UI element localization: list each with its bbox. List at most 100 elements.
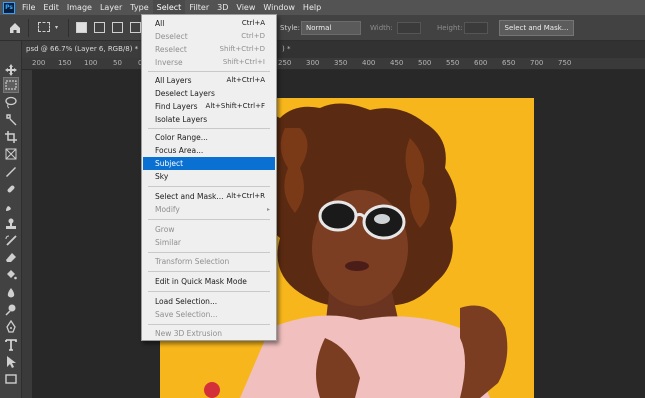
ruler-label: 250: [278, 59, 292, 67]
ruler-label: 750: [558, 59, 572, 67]
ruler-label: 600: [474, 59, 488, 67]
menu-item-isolate-layers[interactable]: Isolate Layers: [143, 113, 275, 126]
frame-icon[interactable]: [4, 147, 18, 161]
ruler-label: 500: [418, 59, 432, 67]
healing-icon[interactable]: [4, 182, 18, 196]
options-bar: ▾ Style: Normal Width: Height: Select an…: [0, 15, 645, 41]
blur-icon[interactable]: [4, 286, 18, 300]
width-field[interactable]: [397, 22, 421, 34]
menu-file[interactable]: File: [18, 0, 39, 15]
document-tab-2[interactable]: ) *: [278, 41, 322, 58]
menu-divider: [148, 219, 270, 220]
menu-item-new-3d-extrusion[interactable]: New 3D Extrusion: [143, 327, 275, 340]
rectangle-icon[interactable]: [4, 372, 18, 386]
menu-item-deselect-layers[interactable]: Deselect Layers: [143, 87, 275, 100]
vertical-ruler: [22, 70, 32, 398]
menu-item-find-layers[interactable]: Find Layers Alt+Shift+Ctrl+F: [143, 100, 275, 113]
menu-select[interactable]: Select: [152, 0, 186, 15]
ruler-label: 550: [446, 59, 460, 67]
stamp-icon[interactable]: [4, 217, 18, 231]
document-tab-bar: psd @ 66.7% (Layer 6, RGB/8) * ) *: [22, 41, 645, 58]
eyedropper-icon[interactable]: [4, 165, 18, 179]
menu-item-save-selection[interactable]: Save Selection...: [143, 308, 275, 321]
menu-item-sky[interactable]: Sky: [143, 170, 275, 183]
menu-item-load-selection[interactable]: Load Selection...: [143, 295, 275, 308]
home-icon[interactable]: [8, 21, 22, 35]
menu-divider: [148, 186, 270, 187]
horizontal-ruler: 200 150 100 50 0 50 100 150 200 250 300 …: [22, 58, 645, 70]
document-tab-title: psd @ 66.7% (Layer 6, RGB/8) *: [26, 45, 139, 53]
subtract-selection-icon[interactable]: [112, 22, 123, 33]
move-icon[interactable]: [4, 63, 18, 77]
menu-item-subject[interactable]: Subject: [143, 157, 275, 170]
ruler-label: 50: [113, 59, 122, 67]
menu-edit[interactable]: Edit: [39, 0, 63, 15]
menu-divider: [148, 271, 270, 272]
brush-icon[interactable]: [4, 199, 18, 213]
path-select-icon[interactable]: [4, 355, 18, 369]
history-brush-icon[interactable]: [4, 234, 18, 248]
menu-item-transform-selection[interactable]: Transform Selection: [143, 255, 275, 268]
marquee-icon[interactable]: [3, 77, 19, 93]
quick-select-icon[interactable]: [4, 113, 18, 127]
ruler-label: 150: [58, 59, 72, 67]
menu-divider: [148, 252, 270, 253]
menu-item-color-range[interactable]: Color Range...: [143, 131, 275, 144]
paint-bucket-icon[interactable]: [4, 268, 18, 282]
ruler-label: 300: [306, 59, 320, 67]
dodge-icon[interactable]: [4, 303, 18, 317]
type-icon[interactable]: [4, 338, 18, 352]
pen-icon[interactable]: [4, 320, 18, 334]
menu-image[interactable]: Image: [63, 0, 96, 15]
height-field[interactable]: [464, 22, 488, 34]
ruler-label: 200: [32, 59, 46, 67]
ruler-label: 400: [362, 59, 376, 67]
menu-help[interactable]: Help: [299, 0, 325, 15]
document-tab[interactable]: psd @ 66.7% (Layer 6, RGB/8) *: [22, 41, 144, 58]
menu-filter[interactable]: Filter: [185, 0, 213, 15]
menu-3d[interactable]: 3D: [213, 0, 232, 15]
menu-item-inverse[interactable]: Inverse Shift+Ctrl+I: [143, 56, 275, 69]
intersect-selection-icon[interactable]: [130, 22, 141, 33]
menu-item-reselect[interactable]: Reselect Shift+Ctrl+D: [143, 43, 275, 56]
menu-item-all[interactable]: All Ctrl+A: [143, 17, 275, 30]
menu-item-quick-mask[interactable]: Edit in Quick Mask Mode: [143, 275, 275, 288]
select-and-mask-button[interactable]: Select and Mask...: [499, 20, 574, 36]
ruler-label: 700: [530, 59, 544, 67]
photoshop-logo[interactable]: Ps: [3, 1, 15, 14]
menu-item-modify[interactable]: Modify ▸: [143, 203, 275, 216]
menu-divider: [148, 128, 270, 129]
crop-icon[interactable]: [4, 130, 18, 144]
menu-divider: [148, 324, 270, 325]
new-selection-icon[interactable]: [76, 22, 87, 33]
menu-item-grow[interactable]: Grow: [143, 223, 275, 236]
style-label: Style:: [280, 24, 300, 32]
menu-divider: [148, 291, 270, 292]
menu-item-select-and-mask[interactable]: Select and Mask... Alt+Ctrl+R: [143, 190, 275, 203]
menu-item-similar[interactable]: Similar: [143, 236, 275, 249]
menu-item-all-layers[interactable]: All Layers Alt+Ctrl+A: [143, 74, 275, 87]
lasso-icon[interactable]: [4, 95, 18, 109]
menu-layer[interactable]: Layer: [96, 0, 126, 15]
menu-type[interactable]: Type: [126, 0, 152, 15]
ruler-label: 650: [502, 59, 516, 67]
tools-panel: [0, 41, 22, 398]
menu-item-focus-area[interactable]: Focus Area...: [143, 144, 275, 157]
menu-divider: [148, 71, 270, 72]
ruler-label: 100: [84, 59, 98, 67]
menu-window[interactable]: Window: [259, 0, 299, 15]
select-menu-dropdown: All Ctrl+A Deselect Ctrl+D Reselect Shift+C…: [141, 14, 277, 341]
preset-dropdown-icon[interactable]: ▾: [55, 24, 58, 31]
height-label: Height:: [437, 24, 463, 32]
menu-bar: Ps File Edit Image Layer Type Select Fil…: [0, 0, 645, 15]
style-select[interactable]: Normal: [301, 21, 361, 35]
width-label: Width:: [370, 24, 393, 32]
submenu-arrow-icon: ▸: [266, 206, 270, 213]
add-selection-icon[interactable]: [94, 22, 105, 33]
marquee-preset-icon[interactable]: [38, 22, 50, 32]
eraser-icon[interactable]: [4, 251, 18, 265]
menu-item-deselect[interactable]: Deselect Ctrl+D: [143, 30, 275, 43]
ruler-label: 450: [390, 59, 404, 67]
document-tab-2-title: ) *: [282, 45, 291, 53]
menu-view[interactable]: View: [232, 0, 259, 15]
